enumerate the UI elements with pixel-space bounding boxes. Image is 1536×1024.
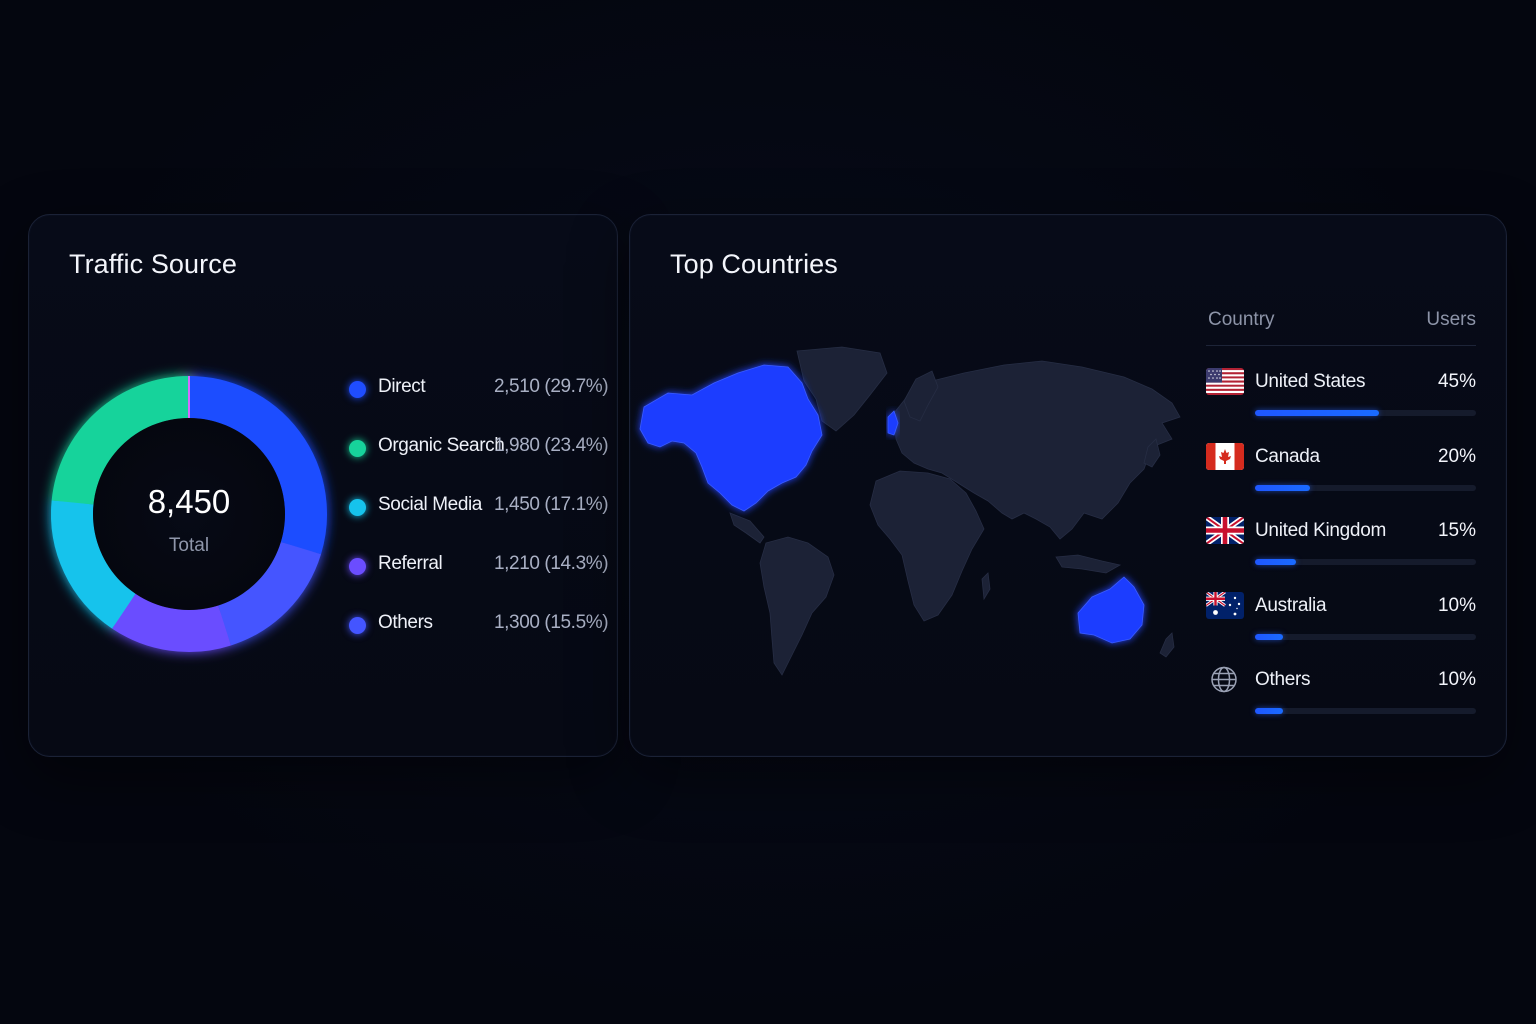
legend-item-social-media[interactable]: Social Media 1,450 (17.1%) (347, 491, 609, 550)
country-bar-fill (1255, 708, 1283, 714)
legend-value: 1,300 (15.5%) (494, 612, 609, 633)
country-bar-fill (1255, 559, 1297, 565)
country-bar-track (1255, 484, 1476, 491)
legend-label: Social Media (378, 494, 482, 515)
column-header-users[interactable]: Users (1426, 309, 1476, 331)
legend-label: Others (378, 612, 433, 633)
country-name: Australia (1255, 594, 1327, 616)
country-row-australia[interactable]: Australia 10% (1206, 570, 1476, 645)
country-name: United Kingdom (1255, 520, 1386, 541)
us-flag-icon (1206, 368, 1244, 395)
map-north-america[interactable] (639, 364, 823, 512)
countries-table-header: Country Users (1206, 307, 1476, 346)
map-central-america (729, 512, 765, 544)
legend-dot (349, 381, 366, 398)
donut-total-label: Total (168, 535, 210, 556)
legend-dot (349, 440, 366, 457)
countries-table: Country Users United States 45% Canada 2… (1206, 307, 1476, 719)
top-countries-card: Top Countries Country Users United State… (629, 214, 1507, 757)
donut-segment-referral[interactable] (112, 593, 231, 652)
country-bar-fill (1255, 484, 1311, 491)
country-name: United States (1255, 371, 1366, 392)
uk-flag-icon (1206, 517, 1244, 544)
country-bar-fill (1255, 410, 1380, 416)
top-countries-title: Top Countries (670, 249, 838, 279)
country-percent: 10% (1437, 669, 1476, 690)
legend-value: 2,510 (29.7%) (494, 376, 609, 397)
traffic-legend: Direct 2,510 (29.7%) Organic Search 1,98… (347, 373, 609, 668)
legend-dot (349, 617, 366, 634)
legend-item-direct[interactable]: Direct 2,510 (29.7%) (347, 373, 609, 432)
country-percent: 45% (1437, 371, 1476, 392)
traffic-source-title: Traffic Source (69, 249, 237, 279)
legend-label: Organic Search (378, 435, 505, 456)
country-bar-track (1255, 410, 1476, 416)
legend-item-others[interactable]: Others 1,300 (15.5%) (347, 609, 609, 668)
map-south-america (759, 536, 835, 676)
country-percent: 10% (1437, 594, 1476, 616)
country-bar-track (1255, 633, 1476, 640)
country-row-others[interactable]: Others 10% (1206, 644, 1476, 719)
country-name: Others (1255, 669, 1311, 690)
country-percent: 15% (1437, 520, 1476, 541)
country-row-united-kingdom[interactable]: United Kingdom 15% (1206, 495, 1476, 570)
column-header-country[interactable]: Country (1208, 309, 1275, 331)
globe-icon (1206, 666, 1244, 693)
map-africa (869, 470, 985, 622)
legend-value: 1,980 (23.4%) (494, 435, 609, 456)
legend-value: 1,450 (17.1%) (494, 494, 609, 515)
legend-item-organic-search[interactable]: Organic Search 1,980 (23.4%) (347, 432, 609, 491)
legend-label: Direct (378, 376, 426, 397)
map-australia[interactable] (1077, 576, 1145, 644)
dashboard-stage: Traffic Source 8,450 Total Direct 2,510 … (0, 0, 1536, 1024)
world-map-svg (639, 346, 1181, 676)
legend-dot (349, 499, 366, 516)
country-percent: 20% (1437, 445, 1476, 467)
legend-dot (349, 558, 366, 575)
canada-flag-icon (1206, 442, 1244, 470)
legend-value: 1,210 (14.3%) (494, 553, 609, 574)
map-new-zealand (1159, 632, 1175, 658)
map-madagascar (981, 572, 991, 601)
country-name: Canada (1255, 445, 1320, 467)
country-bar-track (1255, 559, 1476, 565)
australia-flag-icon (1206, 591, 1244, 619)
legend-label: Referral (378, 553, 443, 574)
donut-total-value: 8,450 (147, 483, 231, 520)
country-row-canada[interactable]: Canada 20% (1206, 421, 1476, 496)
map-indonesia (1055, 554, 1122, 574)
world-map (632, 343, 1192, 693)
country-bar-track (1255, 708, 1476, 714)
legend-item-referral[interactable]: Referral 1,210 (14.3%) (347, 550, 609, 609)
country-bar-fill (1255, 633, 1283, 640)
country-row-united-states[interactable]: United States 45% (1206, 346, 1476, 421)
traffic-source-card: Traffic Source 8,450 Total Direct 2,510 … (28, 214, 618, 757)
